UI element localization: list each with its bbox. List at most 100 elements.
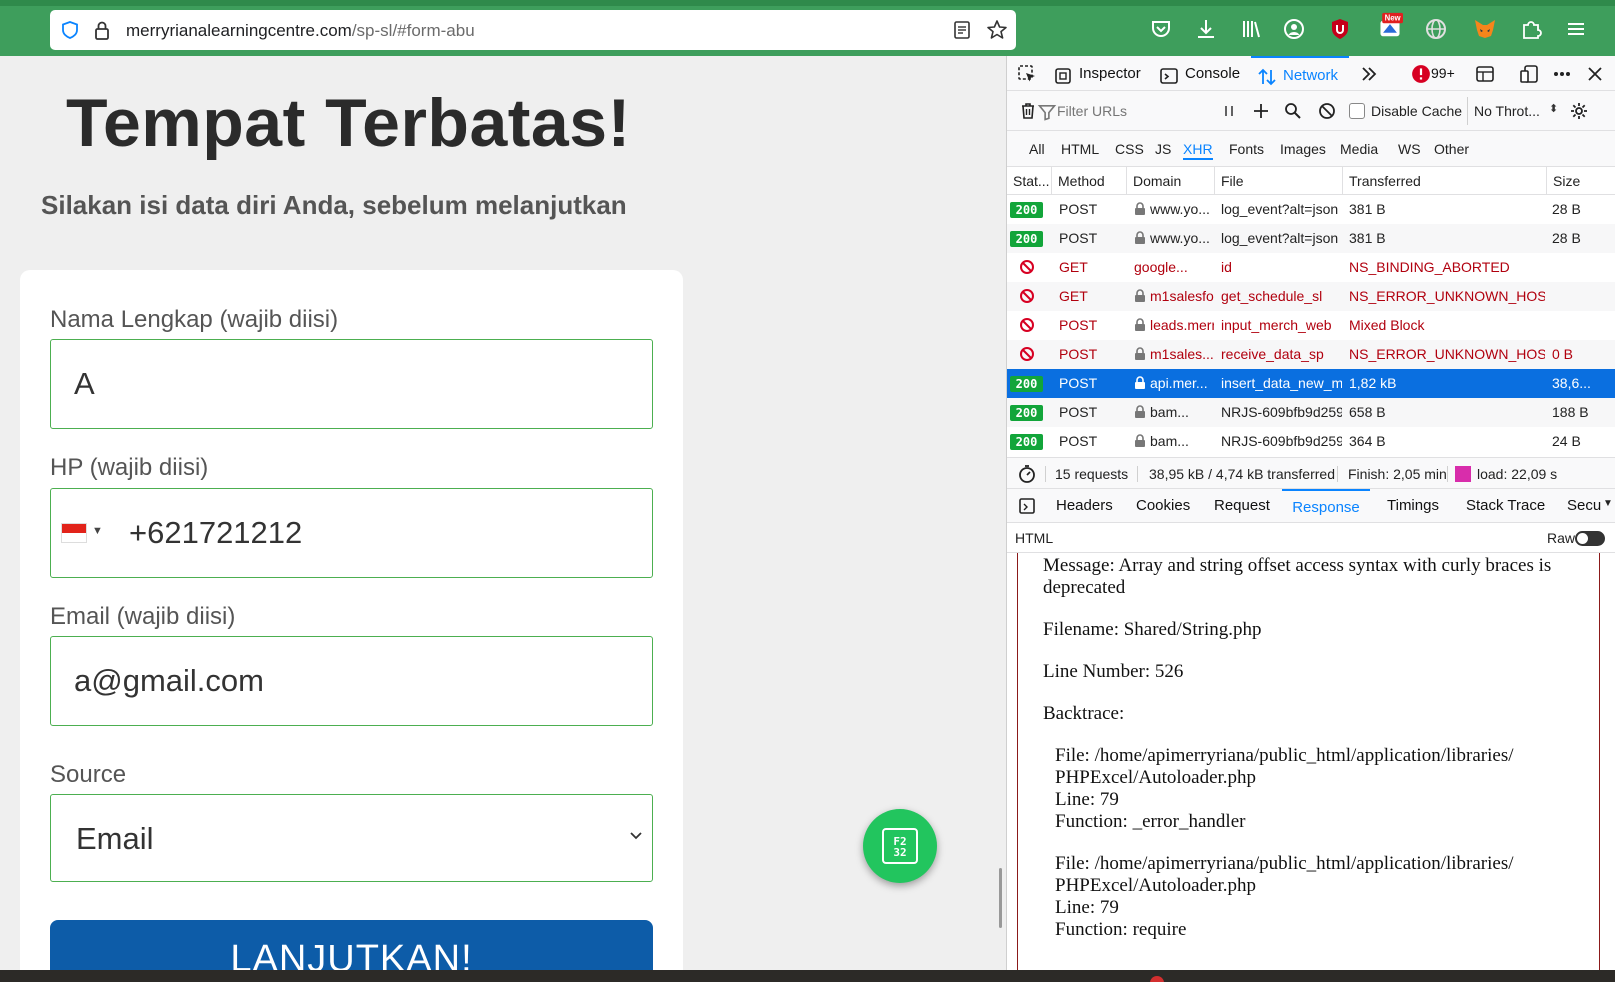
- network-summary-bar: 15 requests 38,95 kB / 4,74 kB transferr…: [1007, 457, 1615, 489]
- type-filter-html[interactable]: HTML: [1061, 138, 1099, 160]
- type-filter-js[interactable]: JS: [1155, 138, 1171, 160]
- transferred-total: 38,95 kB / 4,74 kB transferred: [1149, 466, 1335, 482]
- pause-icon[interactable]: [1219, 101, 1239, 121]
- error-line-number: Line Number: 526: [1043, 661, 1184, 682]
- indonesia-flag-icon[interactable]: [61, 523, 87, 543]
- name-field[interactable]: A: [50, 339, 653, 429]
- lock-icon[interactable]: [92, 19, 112, 41]
- type-filter-media[interactable]: Media: [1340, 138, 1378, 160]
- type-filter-ws[interactable]: WS: [1398, 138, 1421, 160]
- error-count-badge[interactable]: 99+: [1431, 56, 1455, 91]
- request-row[interactable]: 200 POST www.yo... log_event?alt=json 381 B 2…: [1007, 224, 1615, 253]
- type-filter-all[interactable]: All: [1029, 138, 1045, 160]
- bookmark-star-icon[interactable]: [985, 18, 1009, 42]
- source-select[interactable]: Email: [50, 794, 653, 882]
- tracking-protection-shield-icon[interactable]: [60, 20, 80, 40]
- type-filter-images[interactable]: Images: [1280, 138, 1326, 160]
- type-filter-fonts[interactable]: Fonts: [1229, 138, 1264, 160]
- column-header-transferred[interactable]: Transferred: [1343, 167, 1547, 195]
- detail-tab-timings[interactable]: Timings: [1387, 489, 1439, 523]
- tab-network[interactable]: Network: [1251, 56, 1349, 91]
- request-row[interactable]: 200 POST api.mer... insert_data_new_m1 1,82 …: [1007, 369, 1615, 398]
- close-icon[interactable]: [1585, 64, 1605, 84]
- request-row[interactable]: 200 POST www.yo... log_event?alt=json 381 B 2…: [1007, 195, 1615, 224]
- phone-field[interactable]: ▼ +621721212: [50, 488, 653, 578]
- detail-tab-response[interactable]: Response: [1282, 489, 1370, 523]
- block-requests-icon[interactable]: [1317, 101, 1337, 121]
- account-icon[interactable]: [1281, 16, 1307, 42]
- throttling-select[interactable]: No Throt...: [1474, 91, 1540, 131]
- overflow-tabs-caret-icon[interactable]: ▼: [1603, 498, 1613, 509]
- cell-method: GET: [1059, 259, 1088, 275]
- reader-view-icon[interactable]: [952, 20, 972, 40]
- request-row[interactable]: 200 POST bam... NRJS-609bfb9d2599 658 B 188 B: [1007, 398, 1615, 427]
- raw-toggle-switch[interactable]: [1575, 531, 1605, 546]
- responsive-design-icon[interactable]: [1519, 64, 1539, 84]
- backtrace-file: PHPExcel/Autoloader.php: [1055, 875, 1257, 896]
- filter-urls-input[interactable]: [1057, 101, 1207, 121]
- backtrace-function: Function: _error_handler: [1055, 811, 1246, 832]
- detail-tab-security[interactable]: Secu: [1567, 489, 1601, 523]
- tab-network-label: Network: [1283, 67, 1339, 84]
- search-icon[interactable]: [1283, 101, 1303, 121]
- backtrace-function: Function: require: [1055, 919, 1187, 940]
- new-badge-extension-icon[interactable]: New: [1377, 12, 1407, 42]
- plus-icon[interactable]: [1251, 101, 1271, 121]
- ublock-icon[interactable]: [1327, 16, 1353, 42]
- blocked-request-icon: [1019, 317, 1035, 333]
- tab-inspector[interactable]: Inspector: [1053, 56, 1141, 91]
- detail-tab-stack-trace[interactable]: Stack Trace: [1466, 489, 1545, 523]
- column-header-size[interactable]: Size: [1547, 167, 1615, 195]
- cell-method: POST: [1059, 317, 1098, 333]
- trash-icon[interactable]: [1018, 101, 1038, 121]
- library-icon[interactable]: [1238, 16, 1264, 42]
- toggle-sidebar-icon[interactable]: [1017, 496, 1037, 516]
- cell-size: 24 B: [1552, 433, 1581, 449]
- dock-layout-icon[interactable]: [1475, 64, 1495, 84]
- summary-separator: [1447, 466, 1448, 482]
- address-bar[interactable]: merryrianalearningcentre.com/sp-sl/#form…: [50, 10, 1016, 50]
- request-row[interactable]: GET google... id NS_BINDING_ABORTED: [1007, 253, 1615, 282]
- type-filter-xhr[interactable]: XHR: [1183, 138, 1213, 160]
- gear-icon[interactable]: [1569, 101, 1589, 121]
- metamask-fox-icon[interactable]: [1472, 16, 1498, 42]
- detail-tab-request[interactable]: Request: [1214, 489, 1270, 523]
- type-filter-other[interactable]: Other: [1434, 138, 1469, 160]
- cell-transferred: NS_ERROR_UNKNOWN_HOST: [1349, 346, 1545, 362]
- column-header-status[interactable]: Stat...: [1007, 167, 1052, 195]
- more-options-icon[interactable]: [1552, 64, 1572, 84]
- pocket-icon[interactable]: [1148, 16, 1174, 42]
- disable-cache-checkbox[interactable]: [1349, 103, 1365, 119]
- submit-button[interactable]: LANJUTKAN!: [50, 920, 653, 970]
- extensions-puzzle-icon[interactable]: [1518, 16, 1544, 42]
- globe-icon[interactable]: [1423, 16, 1449, 42]
- backtrace-file: File: /home/apimerryriana/public_html/ap…: [1055, 745, 1514, 766]
- element-picker-icon[interactable]: [1017, 64, 1037, 84]
- web-page: Tempat Terbatas! Silakan isi data diri A…: [0, 56, 1006, 970]
- request-row[interactable]: POST leads.merr... input_merch_web Mixed Bl…: [1007, 311, 1615, 340]
- url-text[interactable]: merryrianalearningcentre.com/sp-sl/#form…: [126, 21, 475, 41]
- taskbar-app-icon[interactable]: [1150, 976, 1164, 982]
- throttling-updown-icon[interactable]: ⬍: [1549, 102, 1558, 115]
- backtrace-file: PHPExcel/Autoloader.php: [1055, 767, 1257, 788]
- request-row[interactable]: POST m1sales... receive_data_sp NS_ERROR_UN…: [1007, 340, 1615, 369]
- tab-console[interactable]: Console: [1159, 56, 1240, 91]
- country-dropdown-caret-icon[interactable]: ▼: [92, 525, 103, 537]
- request-row[interactable]: GET m1salesfor... get_schedule_sl NS_ERROR_…: [1007, 282, 1615, 311]
- floating-action-button[interactable]: F2 32: [863, 809, 937, 883]
- request-row[interactable]: 200 POST bam... NRJS-609bfb9d2599 364 B 24 B: [1007, 427, 1615, 456]
- more-tabs-chevron-icon[interactable]: [1359, 64, 1379, 84]
- column-header-file[interactable]: File: [1215, 167, 1343, 195]
- download-icon[interactable]: [1193, 16, 1219, 42]
- cell-method: POST: [1059, 230, 1098, 246]
- menu-icon[interactable]: [1563, 16, 1589, 42]
- detail-tab-headers[interactable]: Headers: [1056, 489, 1113, 523]
- error-icon[interactable]: [1411, 64, 1430, 83]
- page-scrollbar[interactable]: [999, 868, 1002, 928]
- column-header-method[interactable]: Method: [1052, 167, 1127, 195]
- secure-lock-icon: [1134, 398, 1146, 427]
- column-header-domain[interactable]: Domain: [1127, 167, 1215, 195]
- email-field[interactable]: a@gmail.com: [50, 636, 653, 726]
- detail-tab-cookies[interactable]: Cookies: [1136, 489, 1190, 523]
- type-filter-css[interactable]: CSS: [1115, 138, 1144, 160]
